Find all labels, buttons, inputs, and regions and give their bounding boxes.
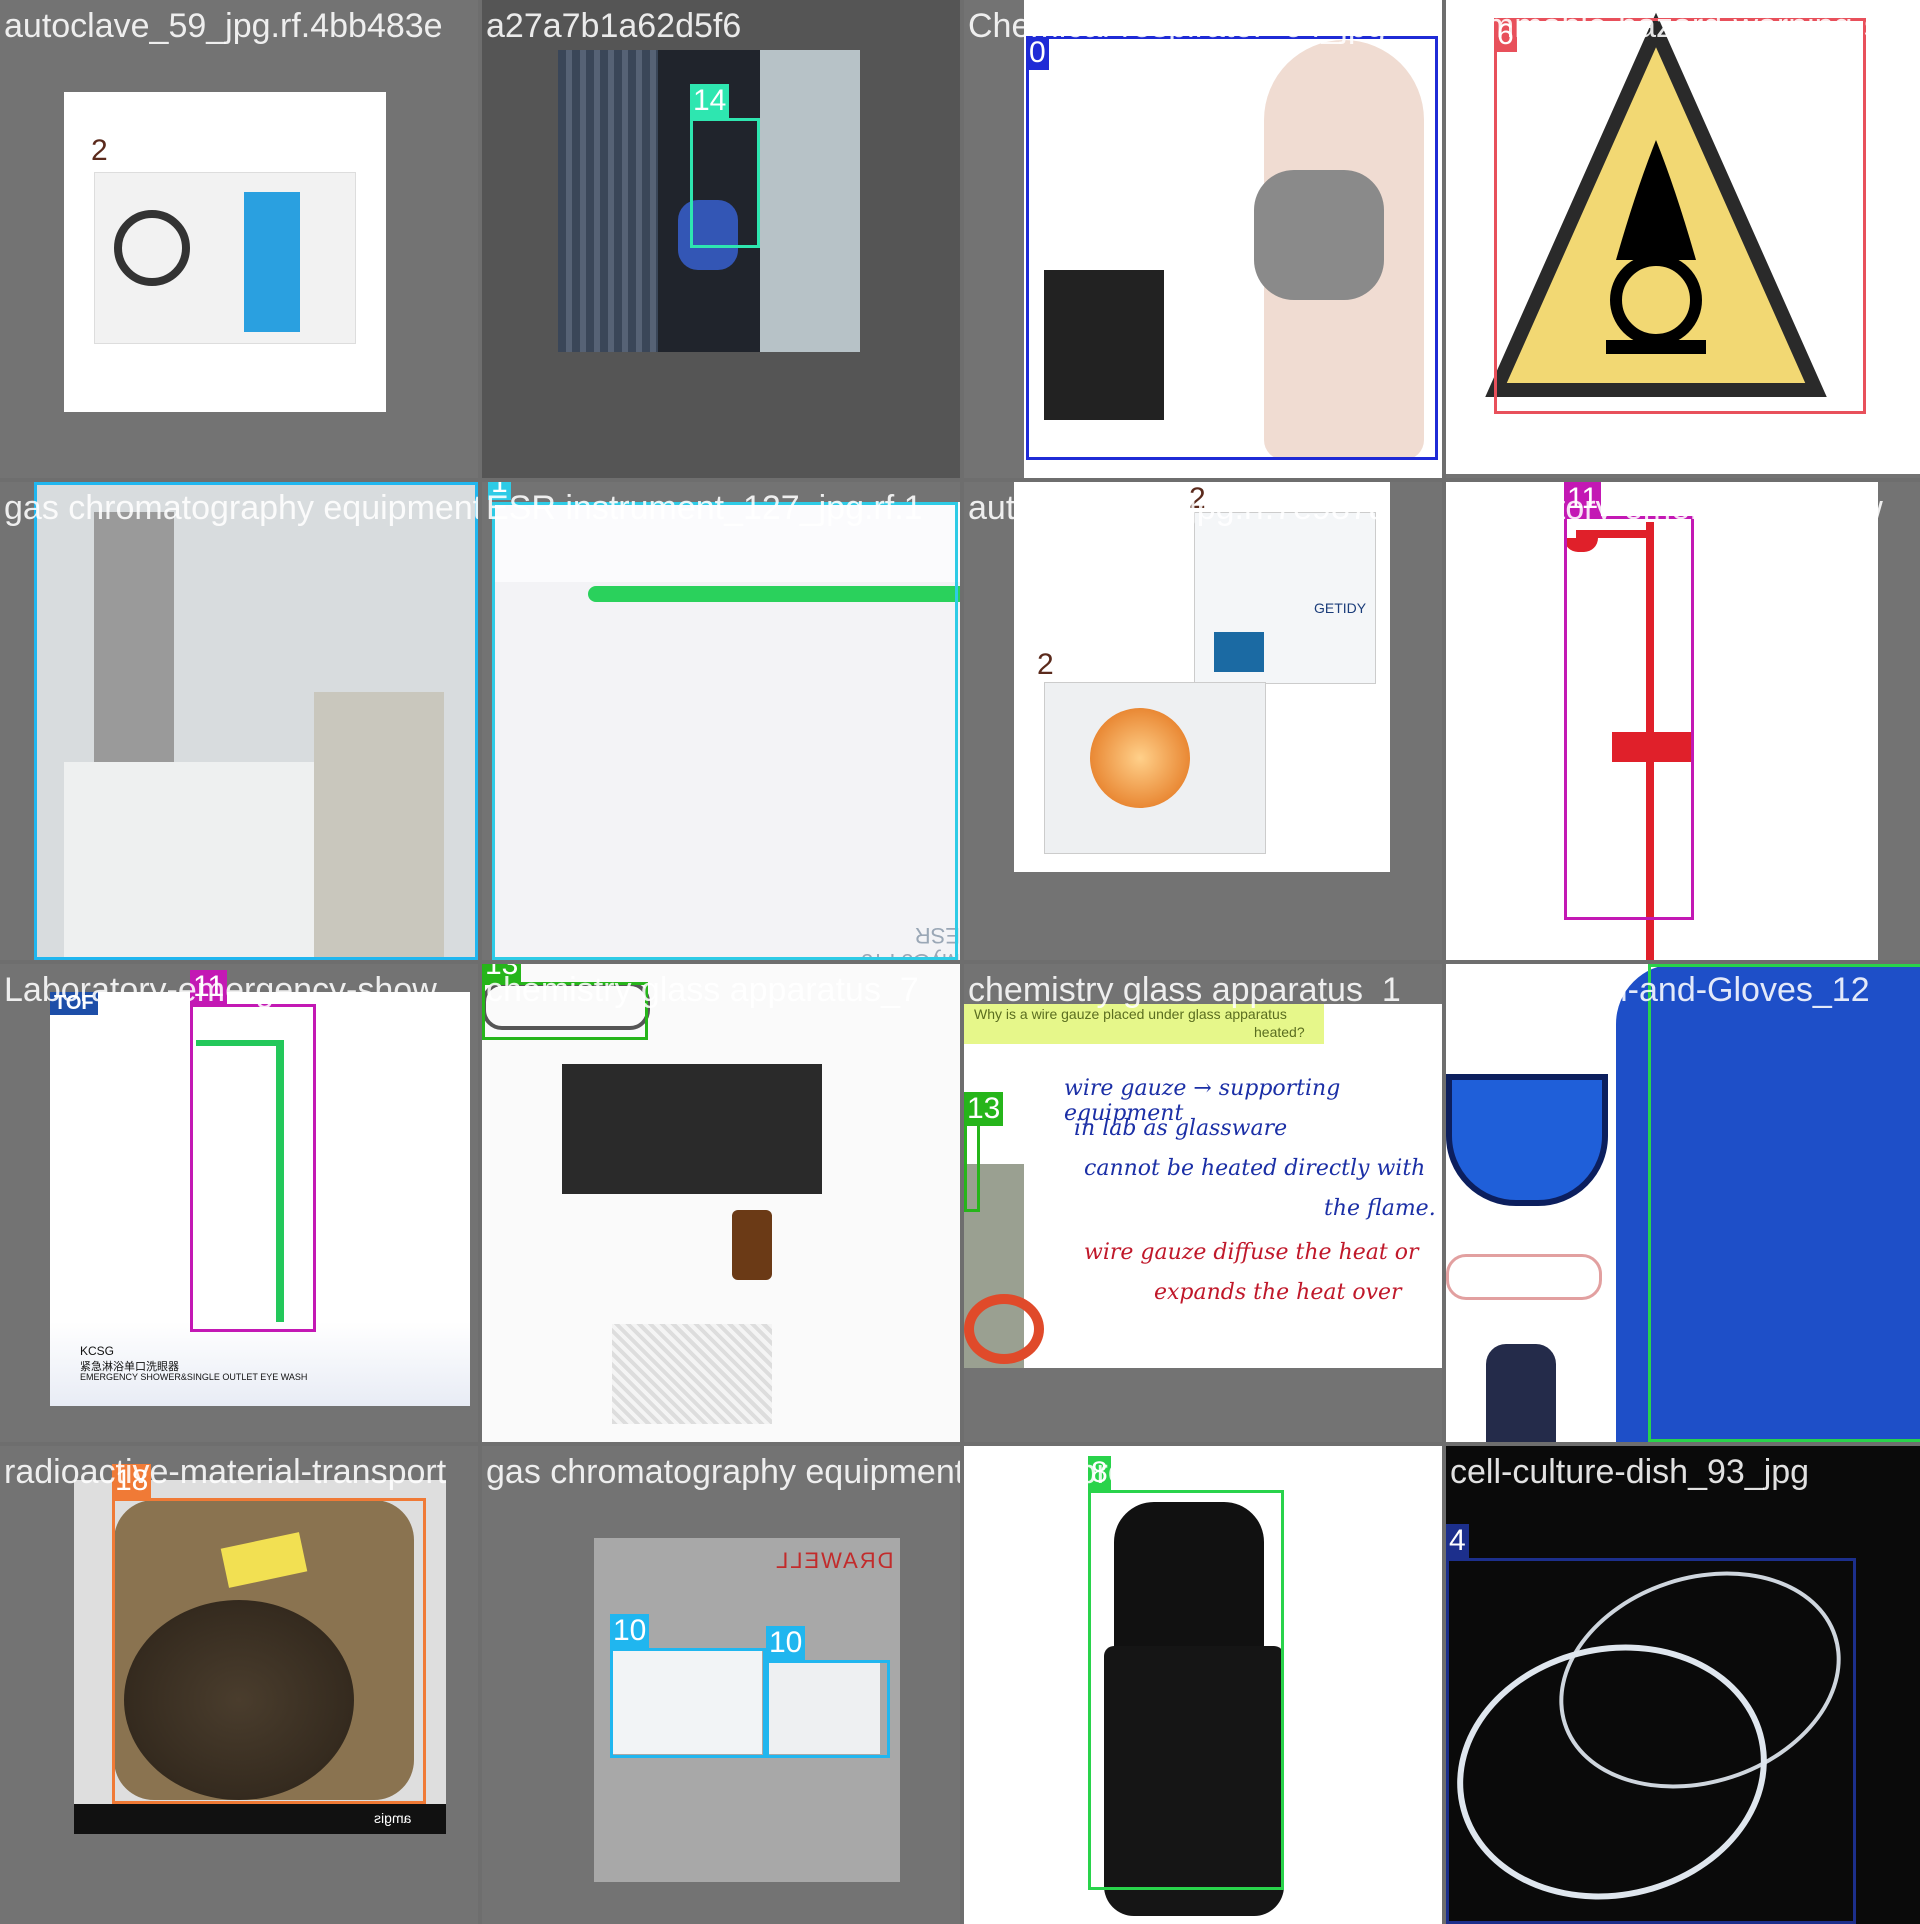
image-title: Lead-Apron-and-Gloves_115: [968, 1453, 1404, 1491]
class-label: 13: [964, 1092, 1004, 1126]
bbox-petri: [1446, 1558, 1856, 1924]
bbox-shower-2: [190, 1004, 316, 1332]
bbox-respirator: [1026, 36, 1438, 460]
image-title: flammable-hazard-warning-sig: [1450, 7, 1908, 45]
image-autoclave: [64, 92, 386, 412]
tile-animal-facility: 14 a27a7b1a62d5f6: [482, 0, 960, 478]
bbox-esr: [492, 502, 958, 960]
image-title: Lead-Apron-and-Gloves_12: [1450, 971, 1870, 1009]
tile-lead-apron: 8 Lead-Apron-and-Gloves_12: [1446, 964, 1920, 1442]
tile-esr-instrument: MyGo Pro ESR 1 ESR instrument_127_jpg.rf…: [482, 482, 960, 960]
drawell-logo: DRAWELL: [774, 1548, 894, 1573]
image-title: Laboratory-emergency-show: [4, 971, 437, 1009]
tile-emergency-shower-2: TOF KCSG 紧急淋浴单口洗眼器 EMERGENCY SHOWER&SING…: [0, 964, 478, 1442]
image-title: radioactive-material-transport: [4, 1453, 447, 1491]
note-line: expands the heat over: [1154, 1280, 1402, 1305]
tile-gas-chromatography-1: 10 gas chromatography equipment: [0, 482, 478, 960]
class-label: 10: [766, 1626, 806, 1660]
shower-caption-en: EMERGENCY SHOWER&SINGLE OUTLET EYE WASH: [80, 1372, 308, 1382]
bbox-mouse: [690, 118, 760, 248]
tile-lead-gloves: 8 Lead-Apron-and-Gloves_115: [964, 1446, 1442, 1924]
bbox-gc-b: [766, 1660, 890, 1758]
tile-chemistry-glass-1: 13 chemistry glass apparatus_7: [482, 964, 960, 1442]
image-handwritten-notes: Why is a wire gauze placed under glass a…: [964, 1004, 1442, 1368]
bbox-drum: [112, 1498, 426, 1804]
image-title: autoclave_59_jpg.rf.4bb483e: [4, 7, 443, 45]
tile-radioactive-transport: amgis 18 radioactive-material-transport: [0, 1446, 478, 1924]
image-title: a27a7b1a62d5f6: [486, 7, 742, 45]
note-line: the flame.: [1324, 1196, 1436, 1221]
bbox-flammable: [1494, 18, 1866, 414]
note-question-2: heated?: [1254, 1024, 1305, 1040]
bbox-glove: [1088, 1490, 1284, 1890]
image-title: cell-culture-dish_93_jpg: [1450, 1453, 1810, 1491]
tile-emergency-shower-1: 11 Laboratory-emergency-show: [1446, 482, 1920, 960]
class-label: 2: [1037, 648, 1054, 681]
image-title: chemistry glass apparatus_7: [486, 971, 919, 1009]
tile-autoclave-59: 2 autoclave_59_jpg.rf.4bb483e: [0, 0, 478, 478]
tile-respirator: 0 Chemical-respirator_64_jpg: [964, 0, 1442, 478]
bbox-apron: [1648, 964, 1920, 1442]
image-title: gas chromatography equipment: [4, 489, 478, 527]
bbox-shower: [1564, 516, 1694, 920]
tile-autoclave-26: GETIDY 2 2 autoclave_26_jpg.rf.7e987a: [964, 482, 1442, 960]
tile-flammable-sign: 6 flammable-hazard-warning-sig: [1446, 0, 1920, 478]
tile-chemistry-glass-2: Why is a wire gauze placed under glass a…: [964, 964, 1442, 1442]
image-title: autoclave_26_jpg.rf.7e987a: [968, 489, 1388, 527]
image-autoclave-2: GETIDY: [1014, 482, 1390, 872]
note-line: cannot be heated directly with: [1084, 1156, 1426, 1181]
class-label: 4: [1446, 1524, 1469, 1558]
note-line: wire gauze diffuse the heat or: [1084, 1240, 1419, 1265]
note-line: in lab as glassware: [1074, 1116, 1288, 1141]
shower-model: KCSG: [80, 1344, 115, 1358]
image-title: gas chromatography equipment: [486, 1453, 960, 1491]
image-title: Chemical-respirator_64_jpg: [968, 7, 1386, 45]
autoclave-brand: GETIDY: [1314, 600, 1367, 616]
image-title: chemistry glass apparatus_1: [968, 971, 1401, 1009]
image-title: ESR instrument_127_jpg.rf.1: [486, 489, 923, 527]
class-label: 14: [690, 84, 730, 118]
class-label: 10: [610, 1614, 650, 1648]
mosaic-grid: 2 autoclave_59_jpg.rf.4bb483e 14 a27a7b1…: [0, 0, 1920, 1924]
bbox-gc: [34, 482, 478, 960]
class-label: 2: [91, 134, 108, 167]
tile-petri-dish: 4 cell-culture-dish_93_jpg: [1446, 1446, 1920, 1924]
image-title: Laboratory-emergency-show: [1450, 489, 1883, 527]
bbox-gc-a: [610, 1648, 766, 1758]
drum-brand: amgis: [374, 1810, 412, 1826]
tile-gas-chromatography-2: DRAWELL 10 10 gas chromatography equipme…: [482, 1446, 960, 1924]
